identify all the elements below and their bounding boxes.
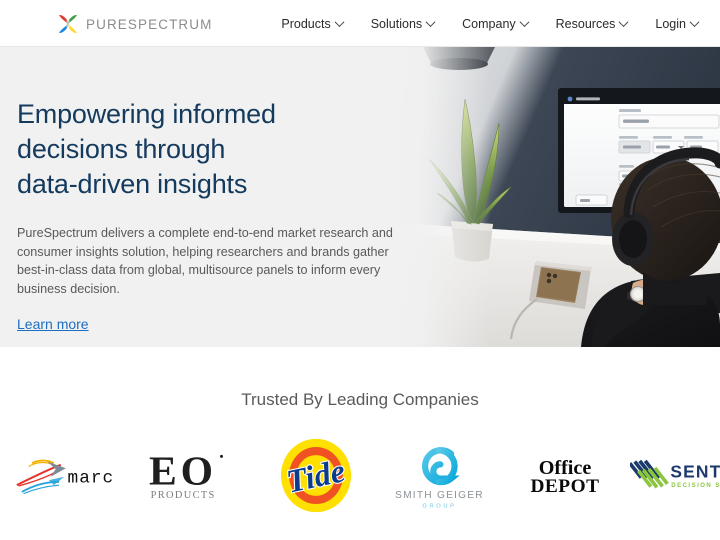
- office-depot-logo-icon: Office DEPOT: [530, 457, 599, 496]
- smith-geiger-logo-icon: SMITH GEIGER GROUP: [395, 447, 484, 510]
- chevron-down-icon: [334, 17, 345, 28]
- svg-text:DECISION SCIENCE: DECISION SCIENCE: [671, 483, 720, 489]
- nav-item-login[interactable]: Login: [641, 11, 712, 37]
- nav-label: Login: [655, 16, 686, 31]
- hero-title-line-1: Empowering informed: [17, 99, 276, 129]
- client-logo-sentient[interactable]: SENTIENT DECISION SCIENCE: [625, 436, 720, 514]
- chevron-down-icon: [689, 17, 700, 28]
- client-logo-smith-geiger[interactable]: SMITH GEIGER GROUP: [379, 436, 499, 514]
- sentient-logo-icon: SENTIENT DECISION SCIENCE: [630, 459, 720, 489]
- trusted-by-section: Trusted By Leading Companies marc E O PR…: [0, 347, 720, 540]
- svg-text:SENTIENT: SENTIENT: [670, 462, 720, 482]
- nav-item-resources[interactable]: Resources: [542, 11, 642, 37]
- hero-paragraph: PureSpectrum delivers a complete end-to-…: [17, 226, 393, 296]
- page-root: PURESPECTRUM Products Solutions Company …: [0, 0, 720, 540]
- trusted-by-heading: Trusted By Leading Companies: [241, 390, 479, 409]
- nav-label: Products: [281, 16, 331, 31]
- main-navigation: Products Solutions Company Resources Log…: [267, 0, 712, 47]
- svg-text:SMITH GEIGER: SMITH GEIGER: [395, 490, 484, 501]
- client-logo-row: marc E O PRODUCTS Tide SMITH GEIGER GROU…: [0, 430, 720, 520]
- purespectrum-butterfly-icon: [59, 15, 77, 33]
- hero-section: Empowering informed decisions through da…: [0, 47, 720, 347]
- nav-item-products[interactable]: Products: [267, 11, 356, 37]
- hero-title-line-2: decisions through: [17, 134, 226, 164]
- nav-label: Resources: [555, 16, 616, 31]
- svg-text:E: E: [149, 448, 177, 494]
- nav-item-solutions[interactable]: Solutions: [357, 11, 448, 37]
- nav-label: Company: [462, 16, 516, 31]
- svg-text:marc: marc: [68, 469, 115, 489]
- hero-image: [395, 47, 720, 347]
- site-header: PURESPECTRUM Products Solutions Company …: [0, 0, 720, 47]
- svg-text:GROUP: GROUP: [422, 504, 456, 510]
- eo-products-logo-icon: E O PRODUCTS: [149, 448, 223, 501]
- brand-name: PURESPECTRUM: [86, 16, 213, 32]
- chevron-down-icon: [519, 17, 530, 28]
- client-logo-eo-products[interactable]: E O PRODUCTS: [136, 436, 251, 514]
- site-logo[interactable]: PURESPECTRUM: [55, 11, 212, 37]
- nav-item-company[interactable]: Company: [448, 11, 542, 37]
- hero-title-line-3: data-driven insights: [17, 169, 248, 199]
- client-logo-marc[interactable]: marc: [0, 436, 130, 514]
- svg-text:PRODUCTS: PRODUCTS: [150, 490, 215, 501]
- client-logo-tide[interactable]: Tide: [261, 436, 371, 514]
- marc-logo-icon: marc: [16, 459, 115, 495]
- tide-logo-icon: Tide: [280, 438, 352, 512]
- svg-text:O: O: [180, 448, 212, 494]
- chevron-down-icon: [425, 17, 436, 28]
- hero-title: Empowering informed decisions through da…: [17, 97, 417, 202]
- learn-more-link[interactable]: Learn more: [17, 316, 89, 332]
- client-logo-office-depot[interactable]: Office DEPOT: [505, 436, 625, 514]
- desk-scene-illustration: [395, 47, 720, 347]
- svg-text:DEPOT: DEPOT: [530, 476, 599, 496]
- hero-content: Empowering informed decisions through da…: [17, 97, 417, 334]
- nav-label: Solutions: [370, 16, 423, 31]
- chevron-down-icon: [618, 17, 629, 28]
